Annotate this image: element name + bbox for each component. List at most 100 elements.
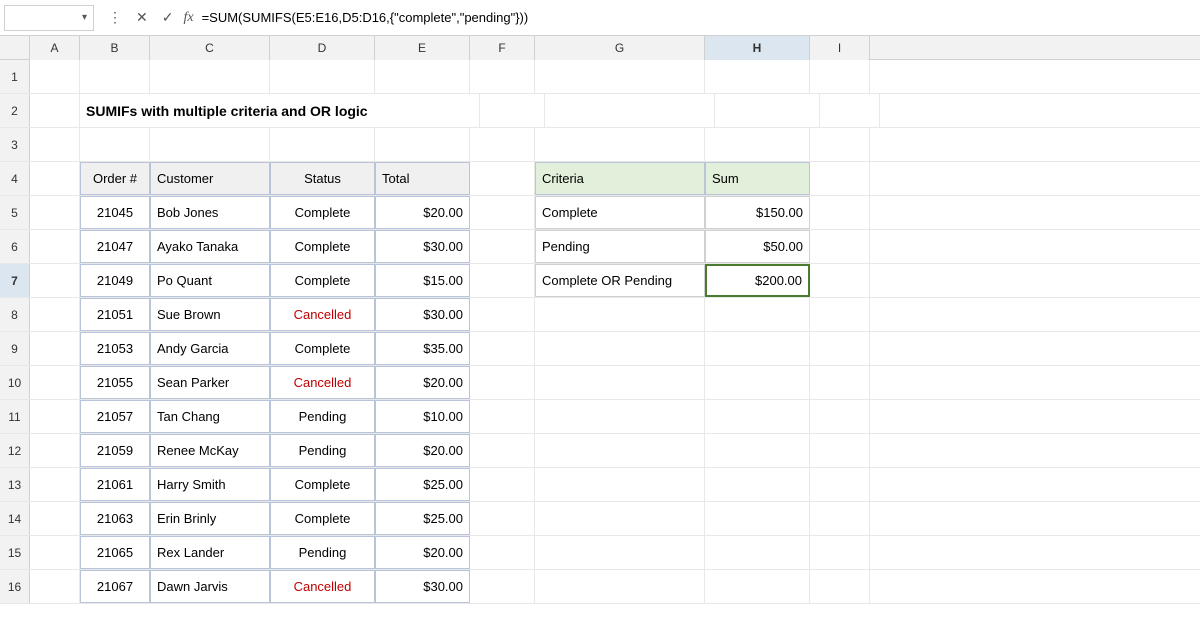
cell-d11[interactable]: Pending	[270, 400, 375, 433]
formula-dots-icon[interactable]: ⋮	[104, 7, 126, 28]
row-num-4[interactable]: 4	[0, 162, 30, 195]
col-header-h[interactable]: H	[705, 36, 810, 60]
cell-h6[interactable]: $50.00	[705, 230, 810, 263]
cell-g8[interactable]	[535, 298, 705, 331]
cell-h14[interactable]	[705, 502, 810, 535]
cell-c5[interactable]: Bob Jones	[150, 196, 270, 229]
formula-input[interactable]	[202, 10, 1196, 25]
cell-b5[interactable]: 21045	[80, 196, 150, 229]
cell-h10[interactable]	[705, 366, 810, 399]
cell-b2-title[interactable]: SUMIFs with multiple criteria and OR log…	[80, 94, 480, 127]
cell-c14[interactable]: Erin Brinly	[150, 502, 270, 535]
row-num-8[interactable]: 8	[0, 298, 30, 331]
cell-a7[interactable]	[30, 264, 80, 297]
cell-i4[interactable]	[810, 162, 870, 195]
cell-g4-criteria-header[interactable]: Criteria	[535, 162, 705, 195]
cell-c1[interactable]	[150, 60, 270, 93]
cell-e4-header[interactable]: Total	[375, 162, 470, 195]
row-num-15[interactable]: 15	[0, 536, 30, 569]
cell-e3[interactable]	[375, 128, 470, 161]
cell-a9[interactable]	[30, 332, 80, 365]
cell-c4-header[interactable]: Customer	[150, 162, 270, 195]
cell-b12[interactable]: 21059	[80, 434, 150, 467]
cell-h1[interactable]	[705, 60, 810, 93]
cell-g10[interactable]	[535, 366, 705, 399]
cell-b16[interactable]: 21067	[80, 570, 150, 603]
cell-g6[interactable]: Pending	[535, 230, 705, 263]
cell-d13[interactable]: Complete	[270, 468, 375, 501]
cell-c9[interactable]: Andy Garcia	[150, 332, 270, 365]
cell-h7[interactable]: $200.00	[705, 264, 810, 297]
col-header-g[interactable]: G	[535, 36, 705, 60]
row-num-13[interactable]: 13	[0, 468, 30, 501]
cell-b7[interactable]: 21049	[80, 264, 150, 297]
cell-d10[interactable]: Cancelled	[270, 366, 375, 399]
cell-e6[interactable]: $30.00	[375, 230, 470, 263]
row-num-9[interactable]: 9	[0, 332, 30, 365]
cell-i7[interactable]	[810, 264, 870, 297]
cell-a1[interactable]	[30, 60, 80, 93]
cell-f15[interactable]	[470, 536, 535, 569]
row-num-6[interactable]: 6	[0, 230, 30, 263]
cell-e8[interactable]: $30.00	[375, 298, 470, 331]
cell-b14[interactable]: 21063	[80, 502, 150, 535]
row-num-12[interactable]: 12	[0, 434, 30, 467]
cell-g2[interactable]	[545, 94, 715, 127]
cell-h16[interactable]	[705, 570, 810, 603]
cell-d5[interactable]: Complete	[270, 196, 375, 229]
cell-f13[interactable]	[470, 468, 535, 501]
col-header-e[interactable]: E	[375, 36, 470, 60]
cell-e7[interactable]: $15.00	[375, 264, 470, 297]
cell-b11[interactable]: 21057	[80, 400, 150, 433]
cell-b13[interactable]: 21061	[80, 468, 150, 501]
cell-i16[interactable]	[810, 570, 870, 603]
cell-b8[interactable]: 21051	[80, 298, 150, 331]
cell-h12[interactable]	[705, 434, 810, 467]
cell-f6[interactable]	[470, 230, 535, 263]
cell-h15[interactable]	[705, 536, 810, 569]
cell-f12[interactable]	[470, 434, 535, 467]
col-header-a[interactable]: A	[30, 36, 80, 60]
col-header-f[interactable]: F	[470, 36, 535, 60]
cell-b10[interactable]: 21055	[80, 366, 150, 399]
cell-f1[interactable]	[470, 60, 535, 93]
formula-cancel-icon[interactable]: ✕	[132, 7, 152, 28]
cell-c16[interactable]: Dawn Jarvis	[150, 570, 270, 603]
cell-f3[interactable]	[470, 128, 535, 161]
cell-e10[interactable]: $20.00	[375, 366, 470, 399]
cell-a5[interactable]	[30, 196, 80, 229]
col-header-b[interactable]: B	[80, 36, 150, 60]
cell-e13[interactable]: $25.00	[375, 468, 470, 501]
cell-d7[interactable]: Complete	[270, 264, 375, 297]
cell-g3[interactable]	[535, 128, 705, 161]
cell-d12[interactable]: Pending	[270, 434, 375, 467]
cell-i5[interactable]	[810, 196, 870, 229]
cell-c13[interactable]: Harry Smith	[150, 468, 270, 501]
cell-f7[interactable]	[470, 264, 535, 297]
cell-c10[interactable]: Sean Parker	[150, 366, 270, 399]
cell-g9[interactable]	[535, 332, 705, 365]
cell-b3[interactable]	[80, 128, 150, 161]
cell-c6[interactable]: Ayako Tanaka	[150, 230, 270, 263]
cell-g14[interactable]	[535, 502, 705, 535]
cell-h3[interactable]	[705, 128, 810, 161]
cell-h9[interactable]	[705, 332, 810, 365]
cell-e16[interactable]: $30.00	[375, 570, 470, 603]
cell-c11[interactable]: Tan Chang	[150, 400, 270, 433]
cell-a12[interactable]	[30, 434, 80, 467]
cell-g15[interactable]	[535, 536, 705, 569]
row-num-14[interactable]: 14	[0, 502, 30, 535]
cell-g7[interactable]: Complete OR Pending	[535, 264, 705, 297]
cell-a14[interactable]	[30, 502, 80, 535]
row-num-7[interactable]: 7	[0, 264, 30, 297]
cell-d1[interactable]	[270, 60, 375, 93]
col-header-c[interactable]: C	[150, 36, 270, 60]
cell-i12[interactable]	[810, 434, 870, 467]
cell-g16[interactable]	[535, 570, 705, 603]
cell-f2[interactable]	[480, 94, 545, 127]
cell-reference-box[interactable]: ▾	[4, 5, 94, 31]
cell-i2[interactable]	[820, 94, 880, 127]
cell-a15[interactable]	[30, 536, 80, 569]
cell-a16[interactable]	[30, 570, 80, 603]
cell-a8[interactable]	[30, 298, 80, 331]
